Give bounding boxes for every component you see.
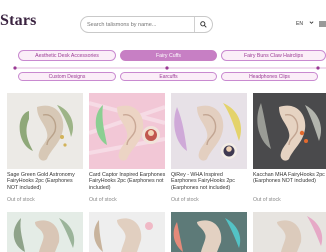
search-bar (80, 16, 213, 33)
slider-dot (165, 66, 169, 70)
category-slider-track[interactable] (0, 66, 326, 70)
slider-dot (13, 66, 17, 70)
search-button[interactable] (194, 17, 212, 32)
slider-dot (316, 66, 320, 70)
product-title[interactable]: QiRey - WHA Inspired Earphones FairyHook… (171, 172, 249, 191)
chevron-down-icon (309, 21, 314, 24)
product-title[interactable]: Kacchan MHA FairyHooks 2pc (Earphones NO… (253, 172, 326, 185)
product-image[interactable] (7, 212, 83, 252)
category-custom-designs[interactable]: Custom Designs (18, 72, 116, 81)
category-aesthetic-desk-accessories[interactable]: Aesthetic Desk Accessories (18, 50, 116, 61)
stock-status: Out of stock (171, 197, 199, 203)
product-title[interactable]: Sage Green Gold Astronomy FairyHooks 2pc… (7, 172, 85, 191)
product-title[interactable]: Card Captor Inspired Earphones FairyHook… (89, 172, 167, 191)
category-headphones-clips[interactable]: Headphones Clips (221, 72, 318, 81)
product-image[interactable] (89, 212, 165, 252)
product-image[interactable] (171, 212, 247, 252)
category-fairy-buns-claw-hairclips[interactable]: Fairy Buns Claw Hairclips (221, 50, 326, 61)
category-fairy-cuffs[interactable]: Fairy Cuffs (120, 50, 217, 61)
product-image[interactable] (89, 93, 165, 169)
product-image[interactable] (253, 212, 326, 252)
product-image[interactable] (171, 93, 247, 169)
search-icon (200, 21, 207, 28)
language-selector[interactable]: EN (296, 21, 303, 27)
stock-status: Out of stock (253, 197, 281, 203)
site-logo[interactable]: Stars (0, 12, 37, 30)
stock-status: Out of stock (7, 197, 35, 203)
site-header: Stars EN (0, 0, 326, 44)
product-image[interactable] (7, 93, 83, 169)
menu-icon[interactable] (318, 20, 326, 28)
stock-status: Out of stock (89, 197, 117, 203)
product-image[interactable] (253, 93, 326, 169)
search-input[interactable] (87, 17, 195, 32)
category-earcuffs[interactable]: Earcuffs (120, 72, 217, 81)
